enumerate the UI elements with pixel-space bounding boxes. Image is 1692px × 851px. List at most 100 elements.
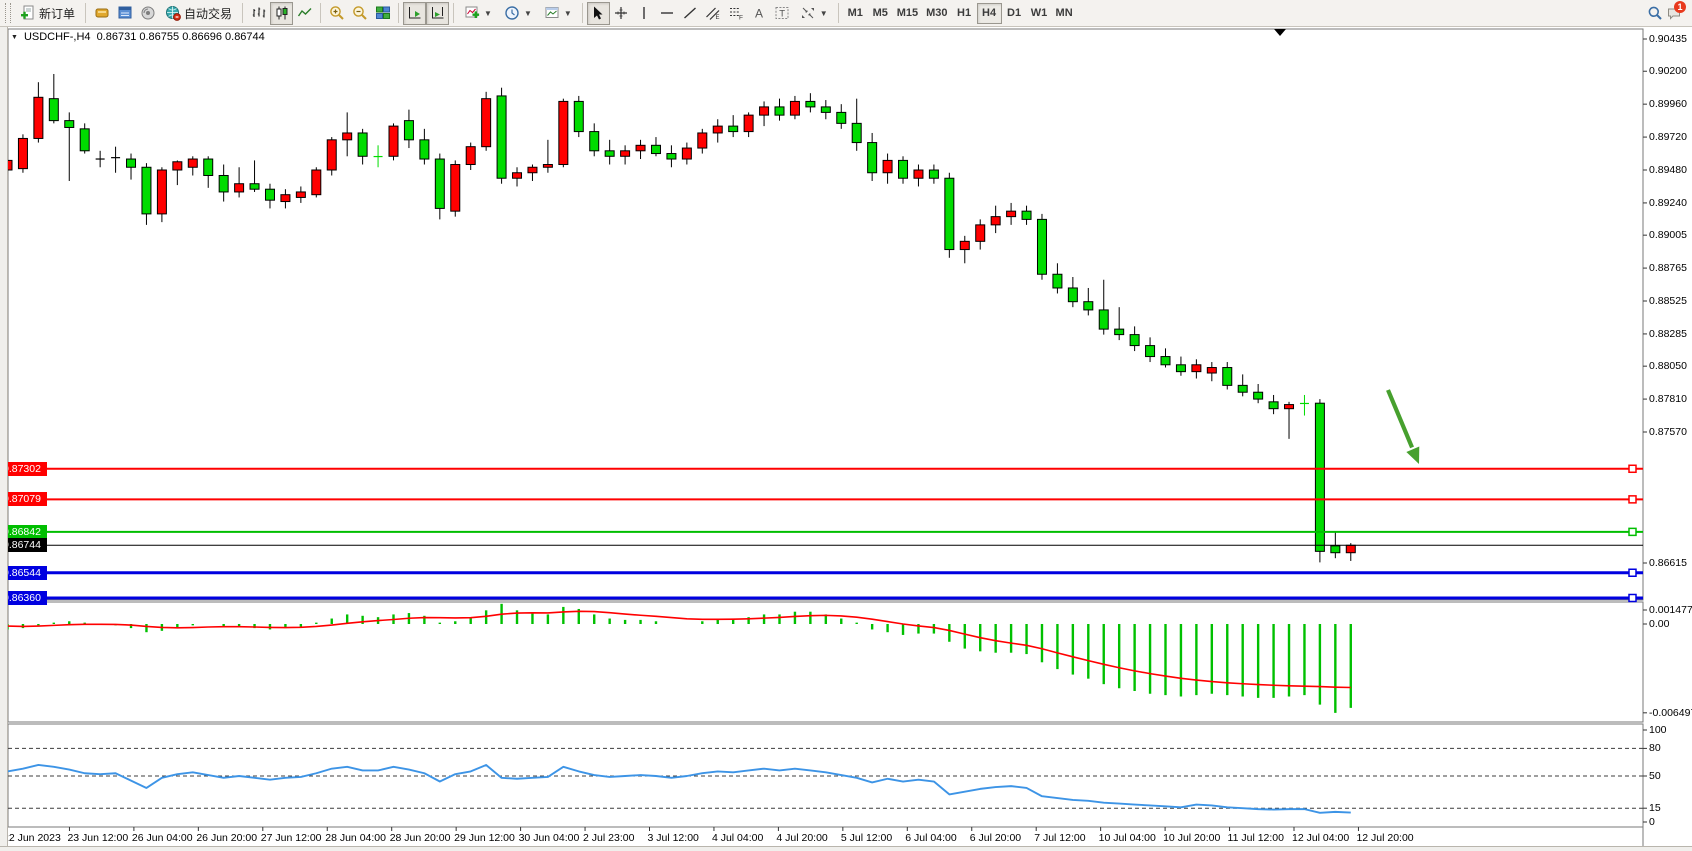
candlestick-chart-button[interactable] xyxy=(270,2,293,25)
crosshair-button[interactable] xyxy=(610,2,633,25)
auto-trading-button[interactable]: 自动交易 xyxy=(159,2,238,25)
separator xyxy=(838,3,839,23)
tile-windows-button[interactable] xyxy=(371,2,394,25)
dropdown-caret: ▼ xyxy=(484,9,492,18)
bar-chart-icon xyxy=(251,5,267,21)
bar-chart-button[interactable] xyxy=(247,2,270,25)
svg-text:F: F xyxy=(739,15,743,22)
line-handle xyxy=(1629,496,1636,503)
fibonacci-button[interactable]: F xyxy=(725,2,748,25)
trendline-button[interactable] xyxy=(679,2,702,25)
separator xyxy=(398,3,399,23)
text-label-button[interactable]: T xyxy=(771,2,794,25)
tile-windows-icon xyxy=(375,5,391,21)
text-button[interactable]: A xyxy=(748,2,771,25)
symbol-period-label: USDCHF-,H4 xyxy=(24,31,91,43)
equidistant-channel-icon: E xyxy=(705,5,721,21)
zoom-in-icon xyxy=(329,5,345,21)
trendline-icon xyxy=(682,5,698,21)
cursor-button[interactable] xyxy=(587,2,610,25)
auto-trading-label: 自动交易 xyxy=(184,5,232,22)
collapse-ohlc-icon[interactable]: ▼ xyxy=(11,34,18,41)
timeframe-button-m5[interactable]: M5 xyxy=(868,3,893,24)
notification-badge: 1 xyxy=(1674,1,1686,13)
zoom-in-button[interactable] xyxy=(325,2,348,25)
profile-icon xyxy=(94,5,110,21)
chart-canvas[interactable] xyxy=(0,0,1692,850)
separator xyxy=(320,3,321,23)
cursor-icon xyxy=(590,5,606,21)
zoom-out-icon xyxy=(352,5,368,21)
timeframe-button-h4[interactable]: H4 xyxy=(977,3,1002,24)
chart-shift-button[interactable] xyxy=(426,2,449,25)
templates-icon xyxy=(544,5,560,21)
dropdown-caret: ▼ xyxy=(524,9,532,18)
timeframe-button-m30[interactable]: M30 xyxy=(922,3,951,24)
dropdown-caret: ▼ xyxy=(564,9,572,18)
horizontal-line-icon xyxy=(659,5,675,21)
candlestick-chart-icon xyxy=(274,5,290,21)
new-order-label: 新订单 xyxy=(39,5,75,22)
timeframe-button-mn[interactable]: MN xyxy=(1052,3,1077,24)
text-icon: A xyxy=(751,5,767,21)
window-left-edge xyxy=(0,27,8,850)
vertical-line-icon xyxy=(636,5,652,21)
separator xyxy=(453,3,454,23)
periods-button[interactable]: ▼ xyxy=(498,2,538,25)
arrow-objects-button[interactable]: ▼ xyxy=(794,2,834,25)
ohlc-values: 0.86731 0.86755 0.86696 0.86744 xyxy=(97,31,265,43)
templates-button[interactable]: ▼ xyxy=(538,2,578,25)
separator xyxy=(85,3,86,23)
dropdown-caret: ▼ xyxy=(820,9,828,18)
zoom-out-button[interactable] xyxy=(348,2,371,25)
periods-icon xyxy=(504,5,520,21)
auto-scroll-icon xyxy=(407,5,423,21)
svg-text:T: T xyxy=(779,9,785,20)
crosshair-icon xyxy=(613,5,629,21)
line-chart-button[interactable] xyxy=(293,2,316,25)
horizontal-line-button[interactable] xyxy=(656,2,679,25)
arrow-objects-icon xyxy=(800,5,816,21)
pane-frames xyxy=(8,29,1643,846)
svg-text:A: A xyxy=(755,7,763,21)
line-handle xyxy=(17,594,24,601)
data-window-icon xyxy=(117,5,133,21)
line-handle xyxy=(17,496,24,503)
new-order-button[interactable]: 新订单 xyxy=(14,2,81,25)
indicators-icon xyxy=(464,5,480,21)
toolbar-grip[interactable] xyxy=(5,3,11,23)
line-handle xyxy=(1629,465,1636,472)
timeframe-toolbar: M1M5M15M30H1H4D1W1MN xyxy=(843,3,1077,24)
line-handle xyxy=(1629,528,1636,535)
data-window-button[interactable] xyxy=(113,2,136,25)
new-order-icon xyxy=(20,5,36,21)
search-button[interactable] xyxy=(1643,2,1666,25)
timeframe-button-d1[interactable]: D1 xyxy=(1002,3,1027,24)
signals-button[interactable] xyxy=(136,2,159,25)
fibonacci-icon: F xyxy=(728,5,744,21)
profile-button[interactable] xyxy=(90,2,113,25)
equidistant-channel-button[interactable]: E xyxy=(702,2,725,25)
line-handle xyxy=(17,569,24,576)
chart-shift-icon xyxy=(430,5,446,21)
auto-scroll-button[interactable] xyxy=(403,2,426,25)
line-handle xyxy=(1629,569,1636,576)
line-chart-icon xyxy=(297,5,313,21)
timeframe-button-w1[interactable]: W1 xyxy=(1027,3,1052,24)
search-icon xyxy=(1647,5,1663,21)
notifications-button[interactable]: 1 xyxy=(1666,5,1682,21)
vertical-line-button[interactable] xyxy=(633,2,656,25)
line-handle xyxy=(17,528,24,535)
timeframe-button-m15[interactable]: M15 xyxy=(893,3,922,24)
main-toolbar: 新订单 自动交易 xyxy=(0,0,1692,27)
auto-trading-icon xyxy=(165,5,181,21)
indicators-button[interactable]: ▼ xyxy=(458,2,498,25)
window-bottom-edge xyxy=(0,846,1692,851)
line-handle xyxy=(1629,594,1636,601)
svg-text:E: E xyxy=(716,15,720,21)
line-handle xyxy=(17,465,24,472)
timeframe-button-h1[interactable]: H1 xyxy=(952,3,977,24)
timeframe-button-m1[interactable]: M1 xyxy=(843,3,868,24)
signals-icon xyxy=(140,5,156,21)
separator xyxy=(582,3,583,23)
